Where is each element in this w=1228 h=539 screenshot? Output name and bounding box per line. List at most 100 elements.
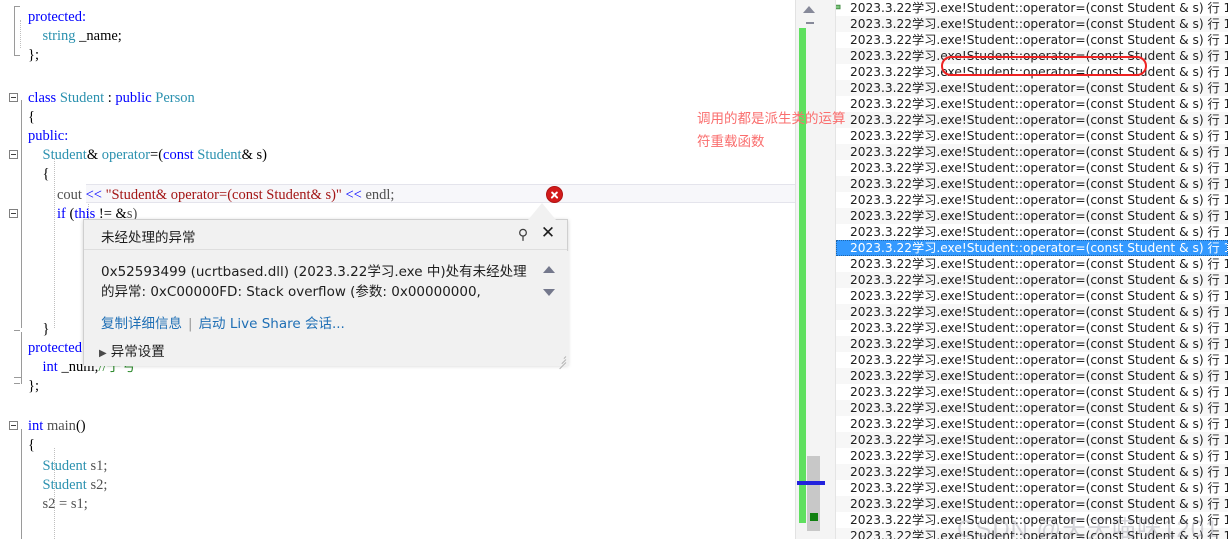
code-token: }; — [28, 378, 39, 394]
call-stack-row-label: 2023.3.22学习.exe!Student::operator=(const… — [850, 369, 1228, 383]
code-line: Student s1; — [0, 457, 795, 476]
scroll-up-arrow-icon[interactable] — [543, 266, 555, 273]
code-token: & s) — [241, 147, 267, 163]
call-stack-row-label: 2023.3.22学习.exe!Student::operator=(const… — [850, 81, 1228, 95]
call-stack-row[interactable]: 2023.3.22学习.exe!Student::operator=(const… — [836, 208, 1228, 224]
call-stack-row[interactable]: 2023.3.22学习.exe!Student::operator=(const… — [836, 0, 1228, 16]
code-token: }; — [28, 47, 39, 63]
code-line: s2 = s1; — [0, 495, 795, 514]
resize-grip-icon[interactable] — [556, 354, 567, 370]
call-stack-row-label: 2023.3.22学习.exe!Student::operator=(const… — [850, 241, 1228, 255]
call-stack-row[interactable]: 2023.3.22学习.exe!Student::operator=(const… — [836, 80, 1228, 96]
code-line: { — [0, 108, 795, 127]
popup-title-bar: 未经处理的异常 ⚲ ✕ — [84, 220, 567, 250]
call-stack-row[interactable]: 2023.3.22学习.exe!Student::operator=(const… — [836, 400, 1228, 416]
call-stack-row-label: 2023.3.22学习.exe!Student::operator=(const… — [850, 513, 1228, 527]
close-icon[interactable]: ✕ — [540, 224, 556, 243]
code-token: << — [85, 187, 106, 203]
code-line: class Student : public Person — [0, 89, 795, 108]
call-stack-row-label: 2023.3.22学习.exe!Student::operator=(const… — [850, 305, 1228, 319]
call-stack-row[interactable]: 2023.3.22学习.exe!Student::operator=(const… — [836, 512, 1228, 528]
call-stack-row-label: 2023.3.22学习.exe!Student::operator=(const… — [850, 225, 1228, 239]
call-stack-row[interactable]: 2023.3.22学习.exe!Student::operator=(const… — [836, 224, 1228, 240]
code-token: public — [115, 90, 156, 106]
call-stack-row-label: 2023.3.22学习.exe!Student::operator=(const… — [850, 497, 1228, 511]
call-stack-row-label: 2023.3.22学习.exe!Student::operator=(const… — [850, 129, 1228, 143]
call-stack-row[interactable]: 2023.3.22学习.exe!Student::operator=(const… — [836, 368, 1228, 384]
call-stack-row-label: 2023.3.22学习.exe!Student::operator=(const… — [850, 193, 1228, 207]
code-token: Student — [42, 147, 87, 163]
call-stack-row[interactable]: 2023.3.22学习.exe!Student::operator=(const… — [836, 336, 1228, 352]
call-stack-row[interactable]: 2023.3.22学习.exe!Student::operator=(const… — [836, 432, 1228, 448]
code-line: Student& operator=(const Student& s) — [0, 146, 795, 165]
start-live-share-link[interactable]: 启动 Live Share 会话... — [199, 316, 345, 332]
code-line: cout << "Student& operator=(const Studen… — [0, 186, 795, 205]
call-stack-row[interactable]: 2023.3.22学习.exe!Student::operator=(const… — [836, 528, 1228, 539]
call-stack-row[interactable]: 2023.3.22学习.exe!Student::operator=(const… — [836, 304, 1228, 320]
call-stack-row-label: 2023.3.22学习.exe!Student::operator=(const… — [850, 449, 1228, 463]
scroll-down-arrow-icon[interactable] — [543, 289, 555, 296]
call-stack-row[interactable]: 2023.3.22学习.exe!Student::operator=(const… — [836, 464, 1228, 480]
code-token: Student — [42, 458, 87, 474]
code-token: s1; — [86, 458, 108, 474]
call-stack-row[interactable]: 2023.3.22学习.exe!Student::operator=(const… — [836, 480, 1228, 496]
call-stack-row[interactable]: 2023.3.22学习.exe!Student::operator=(const… — [836, 48, 1228, 64]
code-token: =( — [150, 147, 164, 163]
popup-pointer-triangle — [528, 203, 556, 220]
call-stack-row-label: 2023.3.22学习.exe!Student::operator=(const… — [850, 97, 1228, 111]
code-token: endl; — [365, 187, 395, 203]
call-stack-row[interactable]: 2023.3.22学习.exe!Student::operator=(const… — [836, 96, 1228, 112]
call-stack-row-label: 2023.3.22学习.exe!Student::operator=(const… — [850, 337, 1228, 351]
call-stack-row-label: 2023.3.22学习.exe!Student::operator=(const… — [850, 529, 1228, 539]
call-stack-row[interactable]: 2023.3.22学习.exe!Student::operator=(const… — [836, 352, 1228, 368]
unhandled-exception-popup[interactable]: 未经处理的异常 ⚲ ✕ 0x52593499 (ucrtbased.dll) (… — [83, 219, 569, 370]
call-stack-row-label: 2023.3.22学习.exe!Student::operator=(const… — [850, 417, 1228, 431]
code-token: Student — [197, 147, 242, 163]
call-stack-row[interactable]: 2023.3.22学习.exe!Student::operator=(const… — [836, 288, 1228, 304]
code-token: Student — [42, 477, 87, 493]
code-token: { — [28, 166, 50, 182]
current-frame-arrow-icon — [836, 1, 844, 15]
call-stack-row[interactable]: 2023.3.22学习.exe!Student::operator=(const… — [836, 128, 1228, 144]
call-stack-row[interactable]: 2023.3.22学习.exe!Student::operator=(const… — [836, 416, 1228, 432]
code-token: class — [28, 90, 60, 106]
call-stack-row[interactable]: 2023.3.22学习.exe!Student::operator=(const… — [836, 496, 1228, 512]
call-stack-row[interactable]: 2023.3.22学习.exe!Student::operator=(const… — [836, 16, 1228, 32]
editor-scrollbar[interactable] — [795, 0, 828, 539]
pin-icon[interactable]: ⚲ — [516, 227, 530, 243]
call-stack-row[interactable]: 2023.3.22学习.exe!Student::operator=(const… — [836, 272, 1228, 288]
code-token: operator — [101, 147, 151, 163]
call-stack-row[interactable]: 2023.3.22学习.exe!Student::operator=(const… — [836, 192, 1228, 208]
call-stack-row[interactable]: 2023.3.22学习.exe!Student::operator=(const… — [836, 64, 1228, 80]
call-stack-row[interactable]: 2023.3.22学习.exe!Student::operator=(const… — [836, 160, 1228, 176]
call-stack-row-label: 2023.3.22学习.exe!Student::operator=(const… — [850, 481, 1228, 495]
scroll-up-arrow-icon[interactable] — [803, 6, 815, 13]
call-stack-row[interactable]: 2023.3.22学习.exe!Student::operator=(const… — [836, 176, 1228, 192]
call-stack-row-label: 2023.3.22学习.exe!Student::operator=(const… — [850, 49, 1228, 63]
code-token: int — [28, 359, 62, 375]
call-stack-row-label: 2023.3.22学习.exe!Student::operator=(const… — [850, 401, 1228, 415]
code-token: _name; — [79, 28, 122, 44]
call-stack-row[interactable]: 2023.3.22学习.exe!Student::operator=(const… — [836, 448, 1228, 464]
code-line: protected: — [0, 8, 795, 27]
code-line: { — [0, 436, 795, 455]
call-stack-row[interactable]: 2023.3.22学习.exe!Student::operator=(const… — [836, 112, 1228, 128]
call-stack-panel[interactable]: 2023.3.22学习.exe!Student::operator=(const… — [836, 0, 1228, 539]
call-stack-row-label: 2023.3.22学习.exe!Student::operator=(const… — [850, 385, 1228, 399]
call-stack-row[interactable]: 2023.3.22学习.exe!Student::operator=(const… — [836, 240, 1228, 256]
code-token: Person — [155, 90, 195, 106]
code-token: s2 = s1; — [28, 496, 88, 512]
call-stack-row[interactable]: 2023.3.22学习.exe!Student::operator=(const… — [836, 384, 1228, 400]
call-stack-row-label: 2023.3.22学习.exe!Student::operator=(const… — [850, 465, 1228, 479]
call-stack-row[interactable]: 2023.3.22学习.exe!Student::operator=(const… — [836, 256, 1228, 272]
call-stack-row[interactable]: 2023.3.22学习.exe!Student::operator=(const… — [836, 320, 1228, 336]
code-token: & — [86, 147, 102, 163]
call-stack-row-label: 2023.3.22学习.exe!Student::operator=(const… — [850, 113, 1228, 127]
error-icon[interactable] — [546, 186, 563, 203]
call-stack-row[interactable]: 2023.3.22学习.exe!Student::operator=(const… — [836, 144, 1228, 160]
copy-details-link[interactable]: 复制详细信息 — [101, 316, 182, 332]
call-stack-row[interactable]: 2023.3.22学习.exe!Student::operator=(const… — [836, 32, 1228, 48]
exception-settings-toggle[interactable]: ▶ 异常设置 — [99, 340, 165, 360]
